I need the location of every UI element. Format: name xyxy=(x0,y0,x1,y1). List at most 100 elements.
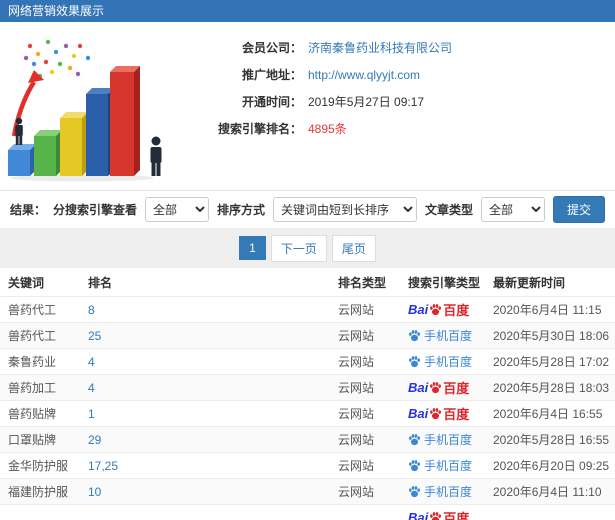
filter-bar: 结果： 分搜索引擎查看 全部 排序方式 关键词由短到长排序 文章类型 全部 提交 xyxy=(0,190,615,228)
bar-navy xyxy=(86,88,114,176)
baidu-logo-bai: Bai xyxy=(408,406,429,421)
rank-type-cell: 云网站 xyxy=(338,433,375,447)
updated-cell: 2020年6月4日 11:15 xyxy=(493,303,602,317)
article-type-label: 文章类型 xyxy=(424,203,473,217)
updated-cell: 2020年5月28日 18:03 xyxy=(493,381,610,395)
paw-icon xyxy=(409,460,420,472)
table-row: 兽药代工 8 云网站 Bai 百度 2020年6月4日 11:15 xyxy=(0,296,615,322)
baidu-logo-du: 百度 xyxy=(443,381,470,396)
businessman-small-figure xyxy=(15,117,23,145)
last-page-button[interactable]: 尾页 xyxy=(331,234,376,262)
engine-filter-select[interactable]: 全部 xyxy=(144,197,209,222)
promotion-url-label: 推广地址： xyxy=(241,68,302,82)
baidu-logo: Bai 百度 xyxy=(408,508,469,520)
filter-controls: 分搜索引擎查看 全部 排序方式 关键词由短到长排序 文章类型 全部 提交 xyxy=(53,196,605,223)
company-info-panel: 会员公司： 济南秦鲁药业科技有限公司 推广地址： http://www.qlyy… xyxy=(0,22,615,190)
company-name-link[interactable]: 济南秦鲁药业科技有限公司 xyxy=(308,39,452,56)
updated-cell: 2020年6月20日 09:25 xyxy=(493,459,610,473)
mobile-baidu-label: 手机百度 xyxy=(424,433,473,447)
updated-cell: 2020年5月28日 17:02 xyxy=(493,355,610,369)
rank-type-cell: 云网站 xyxy=(338,407,375,421)
baidu-logo-du: 百度 xyxy=(443,511,470,520)
table-row: 福建防护服 10 云网站 手机百度 2020年6月4日 11:10 xyxy=(0,478,615,504)
title-bar: 网络营销效果展示 xyxy=(0,0,615,22)
rank-type-cell: 云网站 xyxy=(338,485,375,499)
results-table: 关键词 排名 排名类型 搜索引擎类型 最新更新时间 兽药代工 8 云网站 Bai 百度 2… xyxy=(0,268,615,520)
keyword-cell: 兽药加工 xyxy=(8,381,57,395)
baidu-logo-bai: Bai xyxy=(408,302,429,317)
rank-type-cell: 云网站 xyxy=(338,381,375,395)
next-page-button[interactable]: 下一页 xyxy=(270,234,327,262)
mobile-baidu-logo: 手机百度 xyxy=(408,327,472,344)
rank-link[interactable]: 4 xyxy=(88,381,338,395)
baidu-logo-du: 百度 xyxy=(443,407,470,422)
mobile-baidu-label: 手机百度 xyxy=(424,485,473,499)
field-row-company: 会员公司： 济南秦鲁药业科技有限公司 xyxy=(182,34,605,61)
keyword-cell: 福建防护服 xyxy=(8,485,69,499)
baidu-logo-bai: Bai xyxy=(408,380,429,395)
businessman-large-figure xyxy=(150,136,162,176)
keyword-cell: 兽药代工 xyxy=(8,329,57,343)
baidu-logo-bai: Bai xyxy=(408,510,429,520)
engine-cell: Bai 百度 xyxy=(408,404,493,423)
paw-icon xyxy=(430,408,442,420)
rank-link[interactable]: 17,25 xyxy=(88,459,338,473)
company-fields: 会员公司： 济南秦鲁药业科技有限公司 推广地址： http://www.qlyy… xyxy=(182,32,605,182)
updated-cell: 2020年5月30日 18:06 xyxy=(493,329,610,343)
rank-link[interactable]: 8 xyxy=(88,303,338,317)
paw-icon xyxy=(409,356,420,368)
engine-cell: 手机百度 xyxy=(408,327,493,344)
submit-button[interactable]: 提交 xyxy=(552,196,605,223)
paw-icon xyxy=(409,486,420,498)
field-row-ranking-count: 搜索引擎排名： 4895条 xyxy=(182,115,605,142)
table-header-row: 关键词 排名 排名类型 搜索引擎类型 最新更新时间 xyxy=(0,268,615,296)
bar-green xyxy=(34,130,62,176)
bar-blue xyxy=(8,144,36,176)
keyword-cell: 口罩贴牌 xyxy=(8,433,57,447)
mobile-baidu-logo: 手机百度 xyxy=(408,353,472,370)
header-rank: 排名 xyxy=(88,275,113,290)
table-row: 兽药加工 4 云网站 Bai 百度 2020年5月28日 18:03 xyxy=(0,374,615,400)
engine-filter-label: 分搜索引擎查看 xyxy=(52,203,137,217)
table-row: 兽药代工 25 云网站 手机百度 2020年5月30日 18:06 xyxy=(0,322,615,348)
updated-cell: 2020年5月28日 16:55 xyxy=(493,433,610,447)
paw-icon xyxy=(430,304,442,316)
sort-select[interactable]: 关键词由短到长排序 xyxy=(272,197,417,222)
engine-cell: Bai 百度 xyxy=(408,508,493,520)
open-time-value: 2019年5月27日 09:17 xyxy=(308,95,425,109)
rank-link[interactable]: 4 xyxy=(88,355,338,369)
paw-icon xyxy=(409,330,420,342)
rank-link[interactable]: 25 xyxy=(88,329,338,343)
mobile-baidu-label: 手机百度 xyxy=(424,329,473,343)
rank-link[interactable]: 10 xyxy=(88,485,338,499)
article-type-select[interactable]: 全部 xyxy=(480,197,545,222)
page-title: 网络营销效果展示 xyxy=(8,4,105,18)
rank-link[interactable]: 1 xyxy=(88,407,338,421)
table-row: Bai 百度 xyxy=(0,504,615,520)
rank-link[interactable]: 29 xyxy=(88,433,338,447)
header-rank-type: 排名类型 xyxy=(338,275,387,290)
keyword-cell: 兽药代工 xyxy=(8,303,57,317)
ranking-count-label: 搜索引擎排名： xyxy=(217,122,302,136)
bar-chart-illustration xyxy=(8,39,162,182)
keyword-cell: 秦鲁药业 xyxy=(8,355,57,369)
ranking-count-value: 4895条 xyxy=(308,122,347,136)
open-time-label: 开通时间： xyxy=(241,95,302,109)
paw-icon xyxy=(409,434,420,446)
bar-red xyxy=(110,66,140,176)
table-row: 金华防护服 17,25 云网站 手机百度 2020年6月20日 09:25 xyxy=(0,452,615,478)
chart-clipart-image xyxy=(4,32,182,182)
baidu-logo: Bai 百度 xyxy=(408,378,469,397)
baidu-logo: Bai 百度 xyxy=(408,404,469,423)
updated-cell: 2020年6月4日 16:55 xyxy=(493,407,603,421)
promotion-url-link[interactable]: http://www.qlyyjt.com xyxy=(308,68,420,82)
page-1-button[interactable]: 1 xyxy=(239,236,266,260)
paw-icon xyxy=(430,382,442,394)
mobile-baidu-label: 手机百度 xyxy=(424,459,473,473)
engine-cell: Bai 百度 xyxy=(408,300,493,319)
sort-label: 排序方式 xyxy=(216,203,265,217)
rank-type-cell: 云网站 xyxy=(338,355,375,369)
company-label: 会员公司： xyxy=(241,41,302,55)
engine-cell: Bai 百度 xyxy=(408,378,493,397)
header-updated: 最新更新时间 xyxy=(493,275,566,290)
